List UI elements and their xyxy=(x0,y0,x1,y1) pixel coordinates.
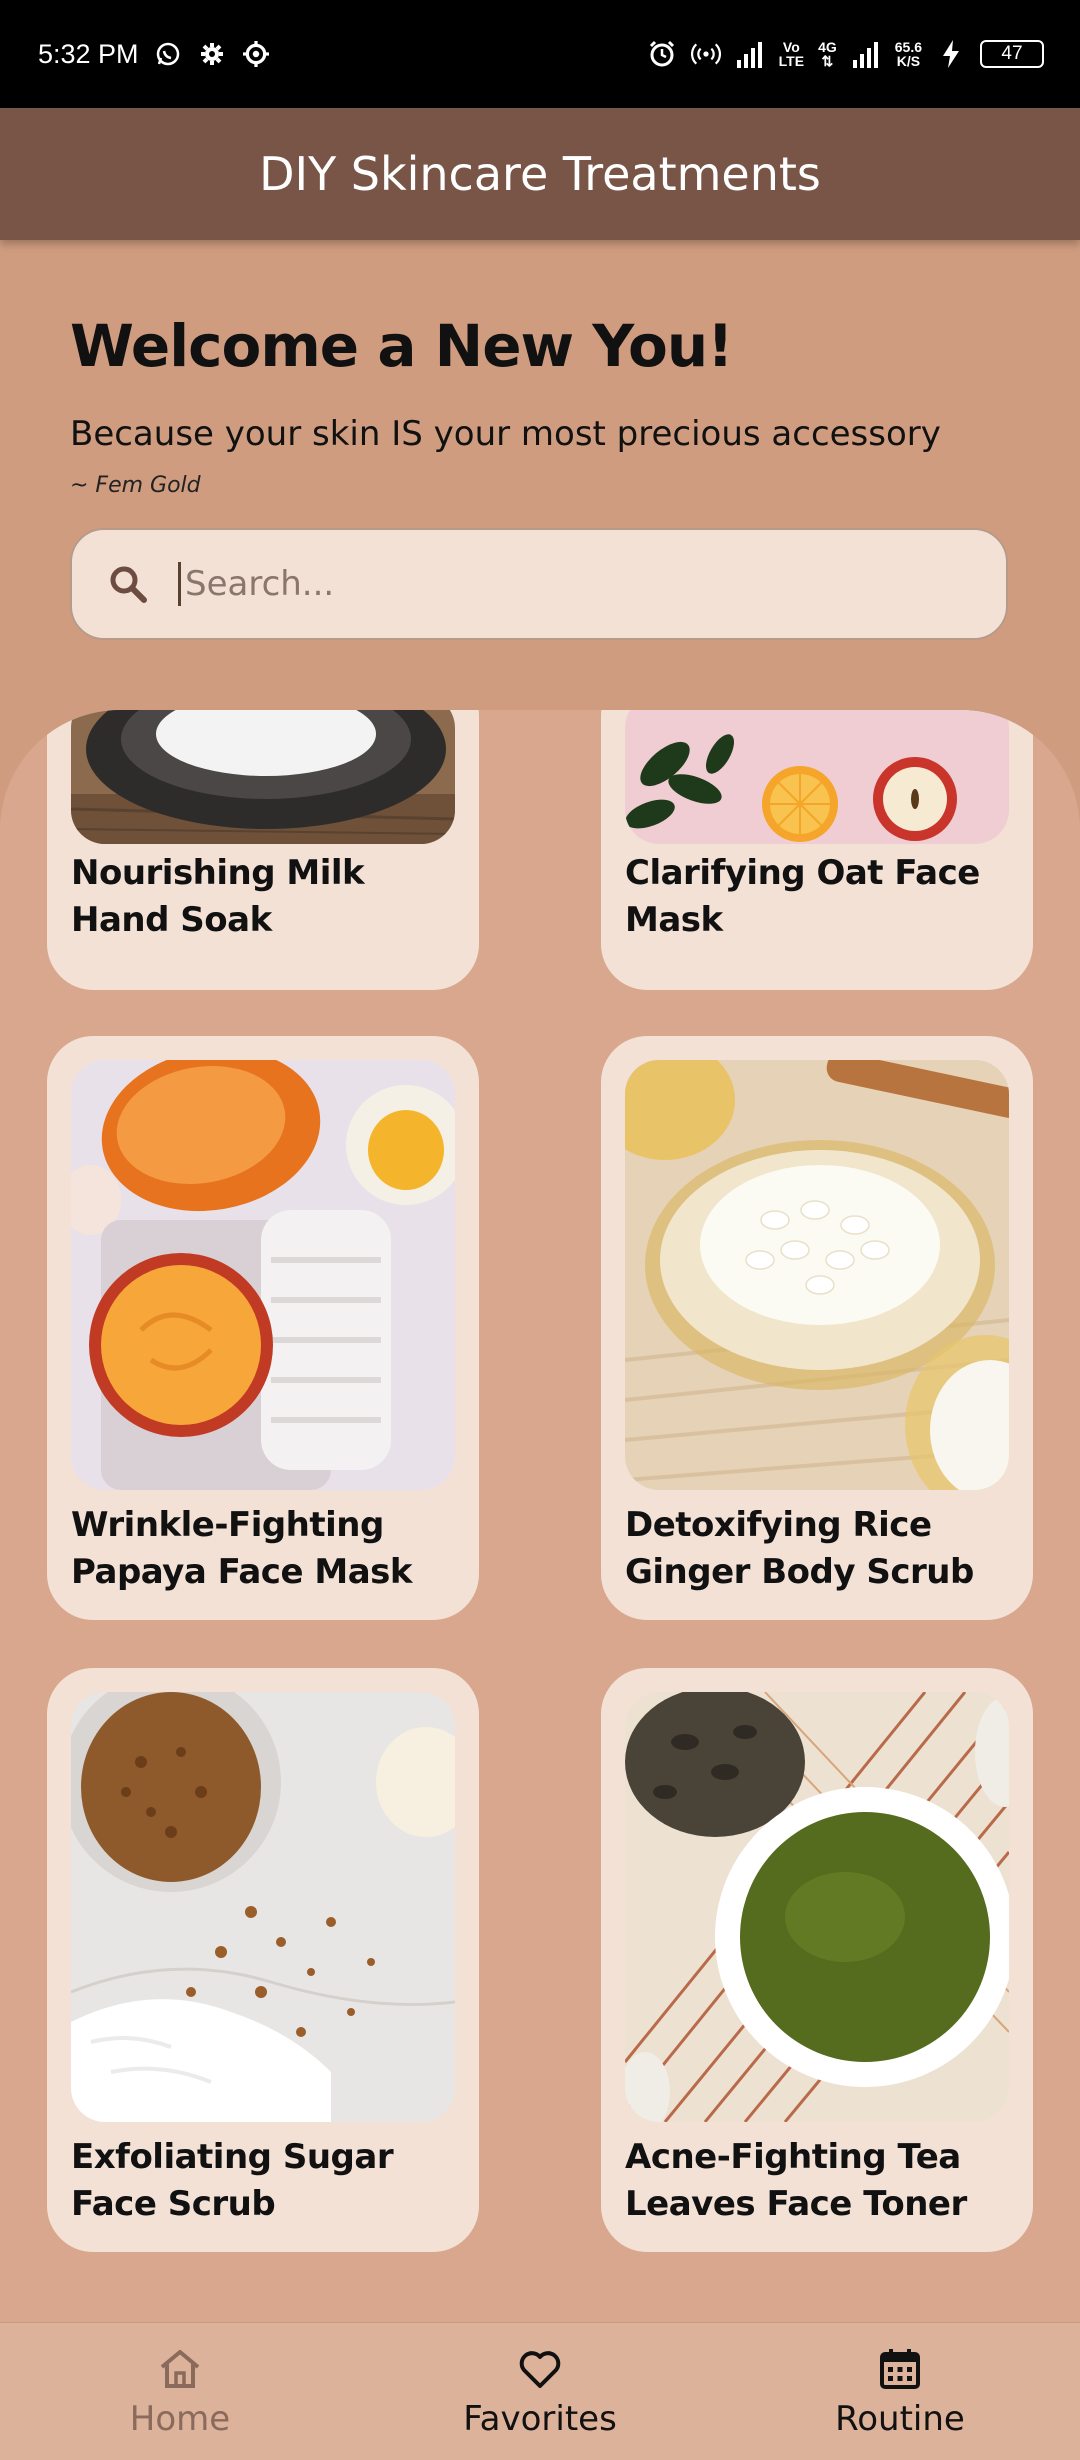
treatment-card[interactable]: Detoxifying Rice Ginger Body Scrub xyxy=(601,1036,1033,1620)
network-4g-label: 4G ⇅ xyxy=(818,39,837,69)
treatments-grid[interactable]: Nourishing Milk Hand Soak Clarifying Oat… xyxy=(0,710,1080,2322)
app-title: DIY Skincare Treatments xyxy=(259,147,821,201)
treatment-card[interactable]: Nourishing Milk Hand Soak xyxy=(47,710,479,990)
whatsapp-icon xyxy=(153,39,183,69)
nav-home[interactable]: Home xyxy=(30,2345,330,2439)
signal-icon xyxy=(851,39,881,69)
gear-icon xyxy=(197,39,227,69)
status-bar: 5:32 PM Vo LTE 4G ⇅ 65.6 K/S 47 xyxy=(0,0,1080,108)
alarm-icon xyxy=(647,39,677,69)
welcome-title: Welcome a New You! xyxy=(70,312,734,380)
app-bar: DIY Skincare Treatments xyxy=(0,108,1080,240)
lte-label: Vo LTE xyxy=(778,39,805,69)
nav-favorites[interactable]: Favorites xyxy=(390,2345,690,2439)
treatment-card[interactable]: Clarifying Oat Face Mask xyxy=(601,710,1033,990)
treatment-title: Wrinkle-Fighting Papaya Face Mask xyxy=(71,1505,412,1592)
home-icon xyxy=(156,2345,204,2393)
battery-level: 47 xyxy=(1001,43,1023,64)
status-right: Vo LTE 4G ⇅ 65.6 K/S 47 xyxy=(647,39,1044,69)
bottom-nav: Home Favorites Routine xyxy=(0,2322,1080,2460)
nav-label: Favorites xyxy=(463,2398,617,2439)
search-icon[interactable] xyxy=(104,560,152,608)
gear-icon xyxy=(241,39,271,69)
hotspot-icon xyxy=(690,39,721,69)
nav-label: Home xyxy=(129,2398,231,2439)
treatment-card[interactable]: Exfoliating Sugar Face Scrub xyxy=(47,1668,479,2252)
calendar-icon xyxy=(876,2345,924,2393)
signal-icon xyxy=(735,39,765,69)
welcome-subtitle: Because your skin IS your most precious … xyxy=(70,414,941,454)
treatment-card[interactable]: Acne-Fighting Tea Leaves Face Toner xyxy=(601,1668,1033,2252)
treatment-image xyxy=(625,1692,1009,2122)
search-bar[interactable] xyxy=(70,528,1008,640)
battery-icon: 47 xyxy=(980,40,1044,68)
quote-author: ~ Fem Gold xyxy=(70,473,201,498)
nav-label: Routine xyxy=(835,2398,965,2439)
network-speed: 65.6 K/S xyxy=(894,39,922,69)
search-input[interactable] xyxy=(178,562,938,606)
treatment-title: Acne-Fighting Tea Leaves Face Toner xyxy=(625,2137,967,2224)
treatment-card[interactable]: Wrinkle-Fighting Papaya Face Mask xyxy=(47,1036,479,1620)
treatment-title: Detoxifying Rice Ginger Body Scrub xyxy=(625,1505,974,1592)
treatment-title: Clarifying Oat Face Mask xyxy=(625,853,980,940)
heart-icon xyxy=(516,2345,564,2393)
nav-routine[interactable]: Routine xyxy=(750,2345,1050,2439)
treatment-title: Exfoliating Sugar Face Scrub xyxy=(71,2137,394,2224)
charging-icon xyxy=(936,39,966,69)
treatment-image xyxy=(71,1060,455,1490)
treatment-image xyxy=(625,1060,1009,1490)
status-left: 5:32 PM xyxy=(38,39,271,70)
treatment-image xyxy=(625,710,1009,844)
status-time: 5:32 PM xyxy=(38,38,139,69)
treatment-image xyxy=(71,710,455,844)
treatment-title: Nourishing Milk Hand Soak xyxy=(71,853,365,940)
treatment-image xyxy=(71,1692,455,2122)
